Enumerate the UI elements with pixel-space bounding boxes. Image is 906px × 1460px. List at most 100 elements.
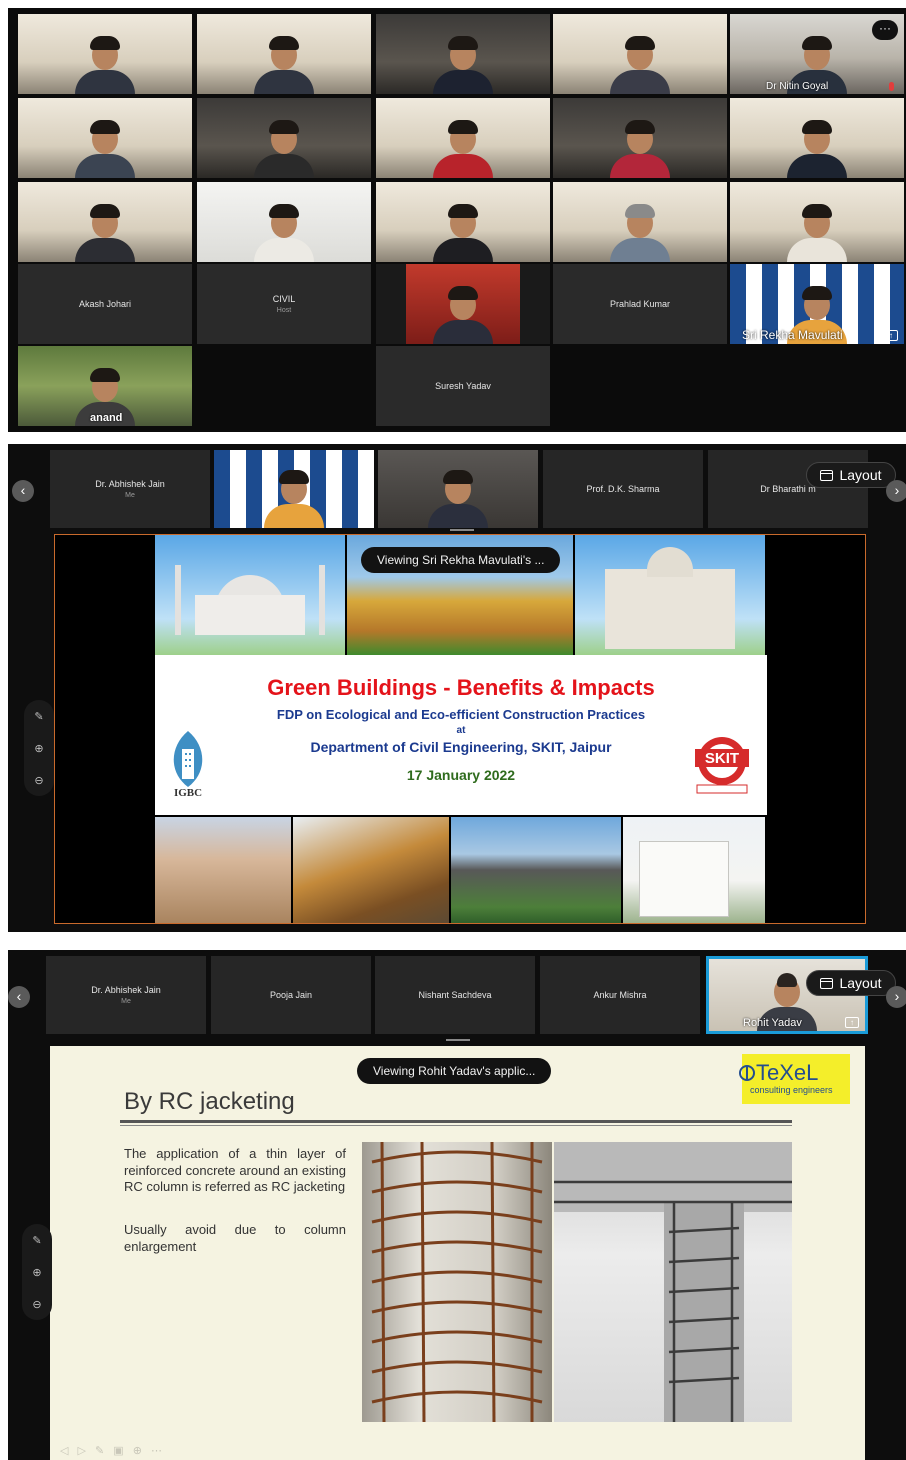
share-screen-icon: ↑ (884, 330, 898, 341)
viewing-indicator[interactable]: Viewing Rohit Yadav's applic... (357, 1058, 552, 1084)
video-tile[interactable] (376, 264, 550, 344)
slide-title-card: Green Buildings - Benefits & Impacts FDP… (155, 655, 767, 815)
slide-title: By RC jacketing (124, 1088, 295, 1115)
skit-logo: SKIT (695, 737, 749, 794)
slide-photo-building-3 (451, 817, 621, 923)
share-view: ‹ Dr. Abhishek Jain Me Pooja Jain Nishan… (8, 950, 906, 1460)
video-tile[interactable] (197, 182, 371, 262)
resize-handle[interactable] (450, 529, 474, 531)
strip-next-button[interactable]: › (886, 986, 906, 1008)
texel-logo: TeXeL consulting engineers (739, 1054, 850, 1104)
zoom-in-icon[interactable]: ⊕ (34, 742, 43, 755)
video-tile[interactable] (730, 182, 904, 262)
svg-text:SKIT: SKIT (705, 750, 739, 767)
participant-name: Akash Johari (78, 299, 132, 309)
strip-tile-pooja-jain[interactable]: Pooja Jain (211, 956, 371, 1034)
participant-video (73, 200, 137, 262)
participant-video (406, 264, 520, 344)
participant-name: Prahlad Kumar (609, 299, 671, 309)
host-label: Host (276, 307, 292, 314)
zoom-out-icon[interactable]: ⊖ (32, 1298, 41, 1311)
strip-prev-button[interactable]: ‹ (8, 986, 30, 1008)
strip-video-tile[interactable] (378, 450, 538, 528)
slide-photo-building-1 (155, 817, 291, 923)
participant-tile-akash-johari[interactable]: Akash Johari (18, 264, 192, 344)
participant-name: Rohit Yadav (743, 1017, 802, 1029)
mic-muted-icon (889, 82, 894, 91)
layout-label: Layout (839, 975, 882, 991)
texel-logo-tagline: consulting engineers (750, 1085, 833, 1095)
participant-video (608, 116, 672, 178)
video-tile[interactable] (197, 14, 371, 94)
video-tile[interactable] (376, 182, 550, 262)
participant-name: Dr. Abhishek Jain (95, 479, 165, 489)
strip-video-tile[interactable] (214, 450, 374, 528)
share-screen-icon: ↑ (845, 1017, 859, 1028)
pen-icon[interactable]: ✎ (32, 1234, 41, 1247)
slide-photo-column-jacket-1 (362, 1142, 552, 1422)
participant-video (73, 116, 137, 178)
gallery-view: ··· Dr Nitin Goyal Akash Johari CIVIL Ho… (8, 8, 906, 432)
slide-photo-building-2 (293, 817, 449, 923)
video-tile-anand[interactable]: anand (18, 346, 192, 426)
strip-prev-button[interactable]: ‹ (12, 480, 34, 502)
slide-photo-vidhana-soudha (575, 535, 765, 655)
texel-emblem-icon (739, 1065, 755, 1081)
strip-tile-prof-dk-sharma[interactable]: Prof. D.K. Sharma (543, 450, 703, 528)
video-tile-sri-rekha-mavulati[interactable]: Sri Rekha Mavulati ↑ (730, 264, 904, 344)
participant-video (426, 466, 490, 528)
participant-video (785, 200, 849, 262)
strip-next-button[interactable]: › (886, 480, 906, 502)
strip-tile-nishant-sachdeva[interactable]: Nishant Sachdeva (375, 956, 535, 1034)
video-tile[interactable] (553, 182, 727, 262)
video-tile[interactable] (18, 98, 192, 178)
video-tile[interactable] (197, 98, 371, 178)
participant-video (431, 32, 495, 94)
video-tile[interactable] (18, 182, 192, 262)
share-view: ‹ Dr. Abhishek Jain Me Prof. D.K. Sharma… (8, 444, 906, 932)
participant-tile-prahlad-kumar[interactable]: Prahlad Kumar (553, 264, 727, 344)
title-rule (120, 1125, 792, 1126)
video-tile[interactable] (730, 98, 904, 178)
slide-navigation-controls[interactable]: ◁ ▷ ✎ ▣ ⊕ ⋯ (60, 1444, 165, 1457)
participant-video (252, 200, 316, 262)
texel-logo-name: TeXeL (756, 1060, 819, 1085)
resize-handle[interactable] (446, 1039, 470, 1041)
participant-name: Dr. Abhishek Jain (91, 985, 161, 995)
shared-slide: Viewing Rohit Yadav's applic... By RC ja… (50, 1046, 865, 1460)
slide-department: Department of Civil Engineering, SKIT, J… (310, 739, 612, 755)
pen-icon[interactable]: ✎ (34, 710, 43, 723)
strip-tile-dr-abhishek-jain[interactable]: Dr. Abhishek Jain Me (50, 450, 210, 528)
participant-video (431, 200, 495, 262)
strip-tile-dr-abhishek-jain[interactable]: Dr. Abhishek Jain Me (46, 956, 206, 1034)
participant-name: Sri Rekha Mavulati (742, 328, 843, 342)
video-tile[interactable] (376, 14, 550, 94)
layout-button[interactable]: Layout (806, 970, 896, 996)
participant-video (608, 200, 672, 262)
video-tile[interactable] (553, 14, 727, 94)
participant-video (608, 32, 672, 94)
slide-date: 17 January 2022 (406, 767, 516, 783)
annotation-toolbar: ✎ ⊕ ⊖ (24, 700, 54, 796)
participant-video (73, 32, 137, 94)
viewing-indicator[interactable]: Viewing Sri Rekha Mavulati's ... (361, 547, 561, 573)
video-tile[interactable] (18, 14, 192, 94)
video-tile[interactable] (376, 98, 550, 178)
more-options-button[interactable]: ··· (872, 20, 898, 40)
zoom-in-icon[interactable]: ⊕ (32, 1266, 41, 1279)
participant-video (431, 116, 495, 178)
video-tile[interactable] (553, 98, 727, 178)
participant-tile-civil[interactable]: CIVIL Host (197, 264, 371, 344)
layout-button[interactable]: Layout (806, 462, 896, 488)
participant-name: anand (90, 412, 123, 424)
slide-at: at (456, 725, 466, 736)
participant-tile-suresh-yadav[interactable]: Suresh Yadav (376, 346, 550, 426)
strip-tile-ankur-mishra[interactable]: Ankur Mishra (540, 956, 700, 1034)
slide-paragraph-2: Usually avoid due to column enlargement (124, 1222, 346, 1254)
igbc-logo-text: IGBC (173, 787, 203, 799)
video-tile-dr-nitin-goyal[interactable]: ··· Dr Nitin Goyal (730, 14, 904, 94)
zoom-out-icon[interactable]: ⊖ (34, 774, 43, 787)
participant-video (785, 116, 849, 178)
layout-icon (820, 469, 834, 481)
me-label: Me (125, 492, 135, 499)
